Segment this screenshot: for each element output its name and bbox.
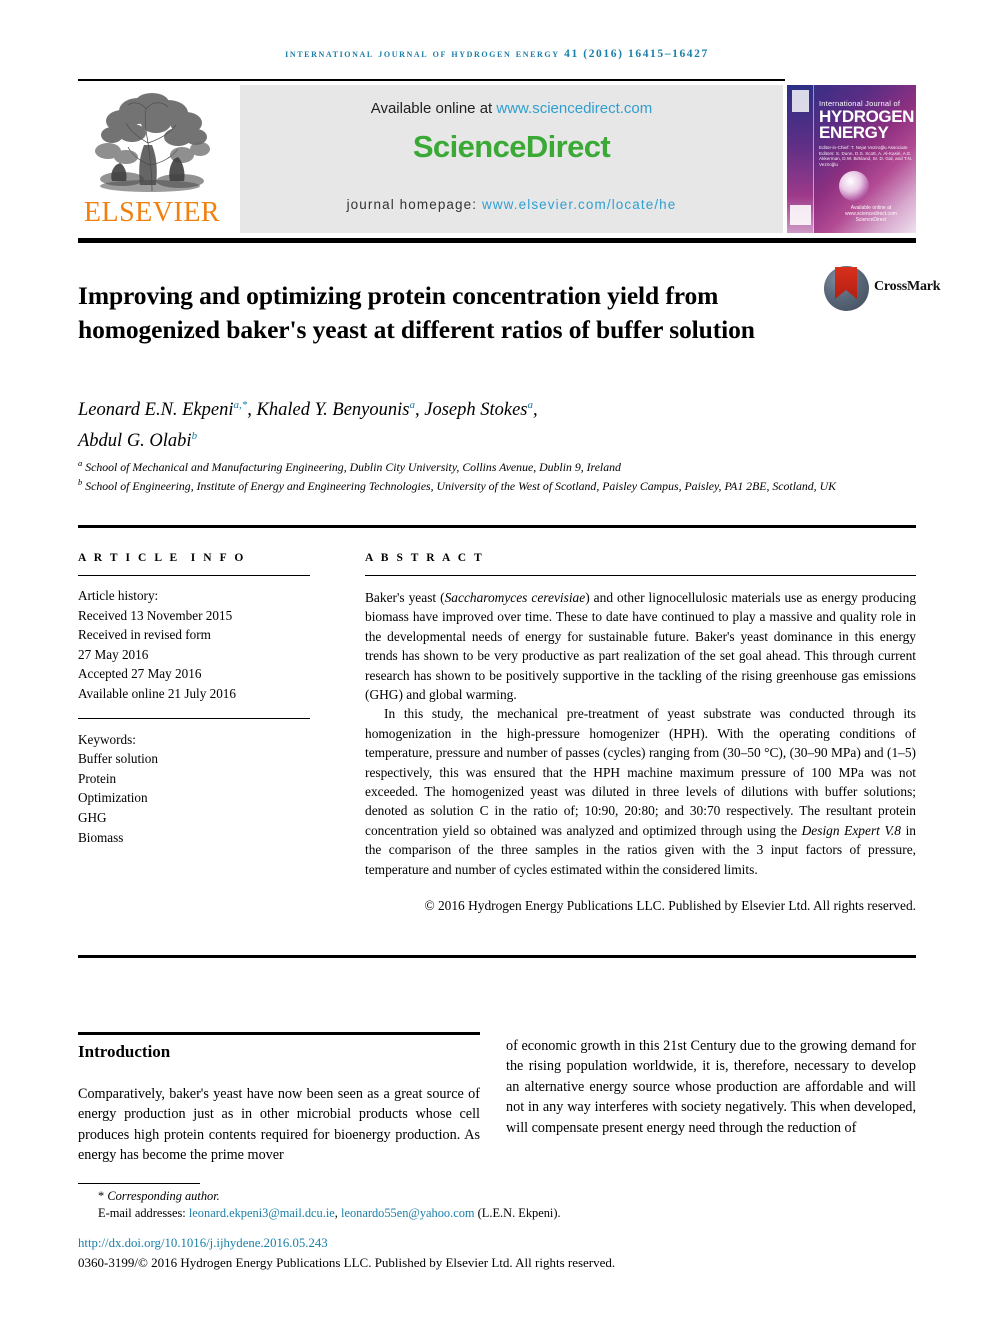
corresponding-author-star: * xyxy=(98,1189,105,1203)
article-info-divider xyxy=(78,575,310,576)
keyword-item: Optimization xyxy=(78,790,148,806)
sciencedirect-logo: ScienceDirect xyxy=(412,129,611,164)
introduction-paragraph-left: Comparatively, baker's yeast have now be… xyxy=(78,1086,480,1164)
running-head: International Journal of Hydrogen Energy… xyxy=(285,48,709,60)
author-name: Khaled Y. Benyounis xyxy=(256,400,410,421)
crossmark-circle-icon xyxy=(824,266,869,311)
introduction-heading: Introduction xyxy=(78,1042,171,1061)
crossmark-badge[interactable]: CrossMark xyxy=(824,266,941,328)
keywords-label: Keywords: xyxy=(78,731,136,747)
keyword-item: Protein xyxy=(78,770,117,786)
affiliation-text: School of Mechanical and Manufacturing E… xyxy=(85,459,621,474)
cover-title-main: HYDROGEN ENERGY xyxy=(819,108,915,142)
elsevier-logo: ELSEVIER xyxy=(78,85,230,235)
corresponding-author-label: Corresponding author. xyxy=(107,1189,220,1203)
affiliation-marker: a xyxy=(78,458,83,468)
sciencedirect-band: Available online at www.sciencedirect.co… xyxy=(240,85,783,233)
abstract-p2-part1: In this study, the mechanical pre-treatm… xyxy=(365,706,916,838)
affiliation-marker: b xyxy=(78,477,83,488)
keyword-item: Biomass xyxy=(78,829,124,845)
journal-homepage-prefix: journal homepage: xyxy=(346,197,482,212)
rule-above-abstract-block xyxy=(78,525,916,528)
keyword-item: GHG xyxy=(78,809,107,825)
elsevier-wordmark: ELSEVIER xyxy=(83,197,221,228)
abstract-column: A B S T R A C T Baker's yeast (Saccharom… xyxy=(365,552,916,916)
abstract-body: Baker's yeast (Saccharomyces cerevisiae)… xyxy=(365,588,916,879)
crossmark-label: CrossMark xyxy=(874,279,941,294)
introduction-paragraph-right: of economic growth in this 21st Century … xyxy=(506,1038,916,1136)
author-sup: a,* xyxy=(233,399,248,411)
available-online-line: Available online at www.sciencedirect.co… xyxy=(240,100,783,117)
cover-title-line3: ENERGY xyxy=(819,123,889,142)
abstract-p2-software: Design Expert V.8 xyxy=(801,822,901,838)
footnote-block: * Corresponding author. E-mail addresses… xyxy=(78,1188,916,1223)
keywords-divider xyxy=(78,717,310,719)
article-history-item: Accepted 27 May 2016 xyxy=(78,666,202,682)
cover-orb-graphic xyxy=(839,171,869,201)
keywords-block: Keywords: Buffer solution Protein Optimi… xyxy=(78,730,328,848)
cover-ijhe-icon xyxy=(790,205,811,225)
article-history-item: 27 May 2016 xyxy=(78,646,149,662)
affiliation-item: a School of Mechanical and Manufacturing… xyxy=(78,456,908,475)
issn-copyright-line: 0360-3199/© 2016 Hydrogen Energy Publica… xyxy=(78,1255,616,1270)
abstract-heading: A B S T R A C T xyxy=(365,552,485,564)
article-history-item: Received in revised form xyxy=(78,627,211,643)
article-info-heading: A R T I C L E I N F O xyxy=(78,552,246,564)
cover-editors: Editor-in-Chief: T. Nejat Veziroğlu Asso… xyxy=(819,145,913,167)
affiliation-list: a School of Mechanical and Manufacturing… xyxy=(78,456,908,495)
abstract-paragraph: Baker's yeast (Saccharomyces cerevisiae)… xyxy=(365,588,916,704)
footnote-divider xyxy=(78,1183,200,1184)
article-history-label: Article history: xyxy=(78,588,159,603)
author-name: Abdul G. Olabi xyxy=(78,431,192,452)
email-link-secondary[interactable]: leonardo55en@yahoo.com xyxy=(341,1206,475,1220)
keyword-item: Buffer solution xyxy=(78,751,158,767)
rule-below-masthead xyxy=(78,238,916,243)
author-name: Joseph Stokes xyxy=(424,400,528,421)
rule-above-masthead xyxy=(78,79,785,81)
email-label: E-mail addresses: xyxy=(98,1206,186,1221)
abstract-p1-species: Saccharomyces cerevisiae xyxy=(444,590,586,605)
author-sup: a xyxy=(409,399,415,411)
cover-sciencedirect-footer: Available online at www.sciencedirect.co… xyxy=(845,205,897,223)
abstract-p1-part2: ) and other lignocellulosic materials us… xyxy=(365,590,917,703)
article-first-page: International Journal of Hydrogen Energy… xyxy=(0,0,992,1323)
affiliation-text: School of Engineering, Institute of Ener… xyxy=(85,479,836,494)
affiliation-item: b School of Engineering, Institute of En… xyxy=(78,475,908,494)
cover-elsevier-icon xyxy=(792,90,809,112)
author-sup: b xyxy=(191,430,198,443)
body-column-right: of economic growth in this 21st Century … xyxy=(506,1036,916,1138)
cover-left-strip xyxy=(787,85,814,233)
email-link-primary[interactable]: leonard.ekpeni3@mail.dcu.ie xyxy=(189,1206,335,1220)
article-history-item: Received 13 November 2015 xyxy=(78,607,233,623)
abstract-p1-part1: Baker's yeast ( xyxy=(365,590,445,605)
author-sup: a xyxy=(527,399,534,411)
crossmark-ribbon-icon xyxy=(835,267,857,299)
journal-homepage-line: journal homepage: www.elsevier.com/locat… xyxy=(240,197,783,212)
available-online-prefix: Available online at xyxy=(370,100,497,117)
abstract-divider xyxy=(365,575,916,576)
author-name: Leonard E.N. Ekpeni xyxy=(78,400,234,421)
journal-cover-thumbnail: International Journal of HYDROGEN ENERGY … xyxy=(787,85,916,233)
author-list: Leonard E.N. Ekpenia,*, Khaled Y. Benyou… xyxy=(78,399,538,452)
sciencedirect-url[interactable]: www.sciencedirect.com xyxy=(496,100,652,117)
email-note: E-mail addresses: leonard.ekpeni3@mail.d… xyxy=(78,1205,916,1222)
rule-below-abstract-block xyxy=(78,955,916,958)
article-history-item: Available online 21 July 2016 xyxy=(78,685,236,701)
email-owner: (L.E.N. Ekpeni). xyxy=(477,1206,561,1221)
rule-above-introduction xyxy=(78,1032,480,1035)
article-info-column: A R T I C L E I N F O Article history: R… xyxy=(78,552,328,847)
abstract-copyright: © 2016 Hydrogen Energy Publications LLC.… xyxy=(424,898,916,914)
body-column-left: Introduction Comparatively, baker's yeas… xyxy=(78,1042,480,1166)
article-history-block: Article history: Received 13 November 20… xyxy=(78,586,328,704)
masthead: ELSEVIER Available online at www.science… xyxy=(78,85,916,235)
corresponding-author-note: * Corresponding author. xyxy=(78,1188,916,1205)
journal-homepage-url[interactable]: www.elsevier.com/locate/he xyxy=(482,197,676,212)
elsevier-tree-icon xyxy=(82,87,220,199)
abstract-paragraph: In this study, the mechanical pre-treatm… xyxy=(365,704,916,879)
doi-link[interactable]: http://dx.doi.org/10.1016/j.ijhydene.201… xyxy=(78,1236,328,1251)
page-title: Improving and optimizing protein concent… xyxy=(78,281,755,345)
